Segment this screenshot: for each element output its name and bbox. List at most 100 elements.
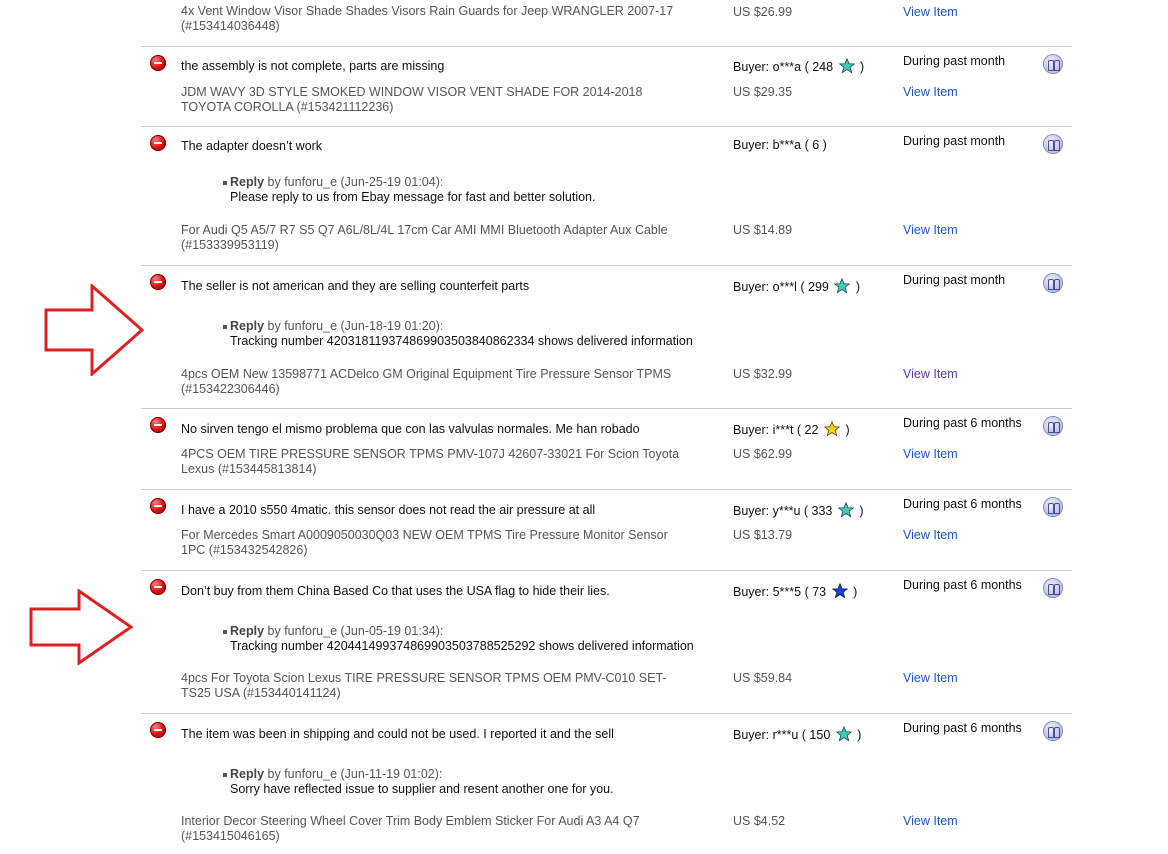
feedback-list: 4x Vent Window Visor Shade Shades Visors… [141, 0, 1072, 854]
item-title-line: (#153415046165) [181, 829, 280, 843]
buyer-info: Buyer: i***t ( 22 ) [733, 421, 850, 437]
reply-text: Tracking number 420441499374869903503788… [230, 639, 694, 653]
buyer-name[interactable]: Buyer: o***a ( 248 [733, 60, 833, 74]
item-title-line: (#153339953119) [181, 238, 279, 252]
feedback-star-icon[interactable] [837, 502, 854, 518]
item-title[interactable]: 4PCS OEM TIRE PRESSURE SENSOR TPMS PMV-1… [181, 447, 711, 477]
negative-feedback-icon [150, 722, 166, 738]
item-title-line: Interior Decor Steering Wheel Cover Trim… [181, 814, 640, 828]
item-title[interactable]: For Audi Q5 A5/7 R7 S5 Q7 A6L/8L/4L 17cm… [181, 223, 711, 253]
item-title-line: Lexus (#153445813814) [181, 462, 317, 476]
feedback-star-icon[interactable] [831, 583, 848, 599]
buyer-name[interactable]: Buyer: i***t ( 22 [733, 423, 818, 437]
negative-feedback-icon [150, 498, 166, 514]
buyer-info: Buyer: r***u ( 150 ) [733, 726, 861, 742]
item-title-line: (#153414036448) [181, 19, 280, 33]
item-title-line: TOYOTA COROLLA (#153421112236) [181, 100, 394, 114]
item-glyph-icon[interactable] [1044, 579, 1062, 597]
item-glyph-icon[interactable] [1044, 274, 1062, 292]
buyer-name[interactable]: Buyer: b***a ( 6 ) [733, 138, 827, 152]
feedback-row: No sirven tengo el mismo problema que co… [141, 409, 1072, 490]
reply-label: Reply [230, 767, 265, 781]
reply-header: Reply by funforu_e (Jun-11-19 01:02): [230, 767, 442, 781]
reply-text: Tracking number 420318119374869903503840… [230, 334, 693, 348]
buyer-info: Buyer: o***l ( 299 ) [733, 278, 860, 294]
buyer-score-close: ) [845, 423, 850, 437]
item-price: US $4.52 [733, 814, 786, 828]
buyer-score-close: ) [859, 504, 864, 518]
feedback-row: the assembly is not complete, parts are … [141, 47, 1072, 127]
feedback-star-icon[interactable] [838, 58, 855, 74]
feedback-comment: I have a 2010 s550 4matic. this sensor d… [181, 503, 596, 517]
view-item-link[interactable]: View Item [903, 814, 958, 828]
feedback-period: During past 6 months [903, 578, 1022, 592]
feedback-comment: The seller is not american and they are … [181, 279, 530, 293]
buyer-name[interactable]: Buyer: y***u ( 333 [733, 504, 832, 518]
feedback-star-icon[interactable] [835, 726, 852, 742]
view-item-link[interactable]: View Item [903, 528, 958, 542]
negative-feedback-icon [150, 274, 166, 290]
view-item-link[interactable]: View Item [903, 367, 958, 381]
item-title[interactable]: JDM WAVY 3D STYLE SMOKED WINDOW VISOR VE… [181, 85, 711, 115]
view-item-link[interactable]: View Item [903, 447, 958, 461]
item-price: US $59.84 [733, 671, 793, 685]
feedback-row: The adapter doesn’t work Buyer: b***a ( … [141, 127, 1072, 266]
reply-text: Please reply to us from Ebay message for… [230, 190, 596, 204]
reply-meta: by funforu_e (Jun-25-19 01:04): [264, 175, 444, 189]
buyer-name[interactable]: Buyer: o***l ( 299 [733, 280, 829, 294]
reply-meta: by funforu_e (Jun-18-19 01:20): [264, 319, 444, 333]
item-glyph-icon[interactable] [1044, 498, 1062, 516]
item-price: US $14.89 [733, 223, 793, 237]
feedback-star-icon[interactable] [834, 278, 851, 294]
negative-feedback-icon [150, 55, 166, 71]
buyer-score-close: ) [857, 728, 862, 742]
reply-bullet [223, 325, 227, 329]
view-item-link[interactable]: View Item [903, 223, 958, 237]
item-title-line: For Mercedes Smart A0009050030Q03 NEW OE… [181, 528, 668, 542]
item-title[interactable]: 4pcs OEM New 13598771 ACDelco GM Origina… [181, 367, 711, 397]
buyer-info: Buyer: y***u ( 333 ) [733, 502, 864, 518]
item-title-line: (#153422306446) [181, 382, 280, 396]
buyer-score-close: ) [853, 585, 858, 599]
buyer-score-close: ) [855, 280, 861, 294]
feedback-row: I have a 2010 s550 4matic. this sensor d… [141, 490, 1072, 571]
reply-label: Reply [230, 624, 265, 638]
item-price: US $13.79 [733, 528, 793, 542]
item-price: US $26.99 [733, 5, 793, 19]
view-item-link[interactable]: View Item [903, 5, 958, 19]
item-title[interactable]: Interior Decor Steering Wheel Cover Trim… [181, 814, 711, 844]
buyer-name[interactable]: Buyer: r***u ( 150 [733, 728, 830, 742]
feedback-row: The seller is not american and they are … [141, 266, 1072, 409]
feedback-period: During past month [903, 273, 1006, 287]
buyer-score-close: ) [860, 60, 865, 74]
red-arrow-annotation [44, 284, 145, 376]
feedback-comment: No sirven tengo el mismo problema que co… [181, 422, 640, 436]
item-glyph-icon[interactable] [1044, 417, 1062, 435]
feedback-row: Don’t buy from them China Based Co that … [141, 571, 1072, 714]
buyer-name[interactable]: Buyer: 5***5 ( 73 [733, 585, 826, 599]
item-title[interactable]: For Mercedes Smart A0009050030Q03 NEW OE… [181, 528, 711, 558]
item-glyph-icon[interactable] [1044, 55, 1062, 73]
reply-bullet [223, 181, 227, 185]
feedback-period: During past month [903, 134, 1006, 148]
item-title-line: 4pcs OEM New 13598771 ACDelco GM Origina… [181, 367, 672, 381]
item-title-line: JDM WAVY 3D STYLE SMOKED WINDOW VISOR VE… [181, 85, 643, 99]
item-title-line: For Audi Q5 A5/7 R7 S5 Q7 A6L/8L/4L 17cm… [181, 223, 668, 237]
item-title-line: 4PCS OEM TIRE PRESSURE SENSOR TPMS PMV-1… [181, 447, 680, 461]
item-title-line: TS25 USA (#153440141124) [181, 686, 341, 700]
item-glyph-icon[interactable] [1044, 135, 1062, 153]
buyer-info: Buyer: o***a ( 248 ) [733, 58, 864, 74]
item-title[interactable]: 4pcs For Toyota Scion Lexus TIRE PRESSUR… [181, 671, 711, 701]
view-item-link[interactable]: View Item [903, 671, 958, 685]
reply-label: Reply [230, 319, 265, 333]
feedback-comment: The adapter doesn’t work [181, 139, 323, 153]
item-title[interactable]: 4x Vent Window Visor Shade Shades Visors… [181, 4, 711, 34]
buyer-info: Buyer: 5***5 ( 73 ) [733, 583, 857, 599]
negative-feedback-icon [150, 417, 166, 433]
feedback-row: 4x Vent Window Visor Shade Shades Visors… [141, 0, 1072, 47]
feedback-star-icon[interactable] [823, 421, 840, 437]
red-arrow-annotation [29, 589, 134, 665]
item-glyph-icon[interactable] [1044, 722, 1062, 740]
view-item-link[interactable]: View Item [903, 85, 958, 99]
reply-meta: by funforu_e (Jun-05-19 01:34): [264, 624, 444, 638]
